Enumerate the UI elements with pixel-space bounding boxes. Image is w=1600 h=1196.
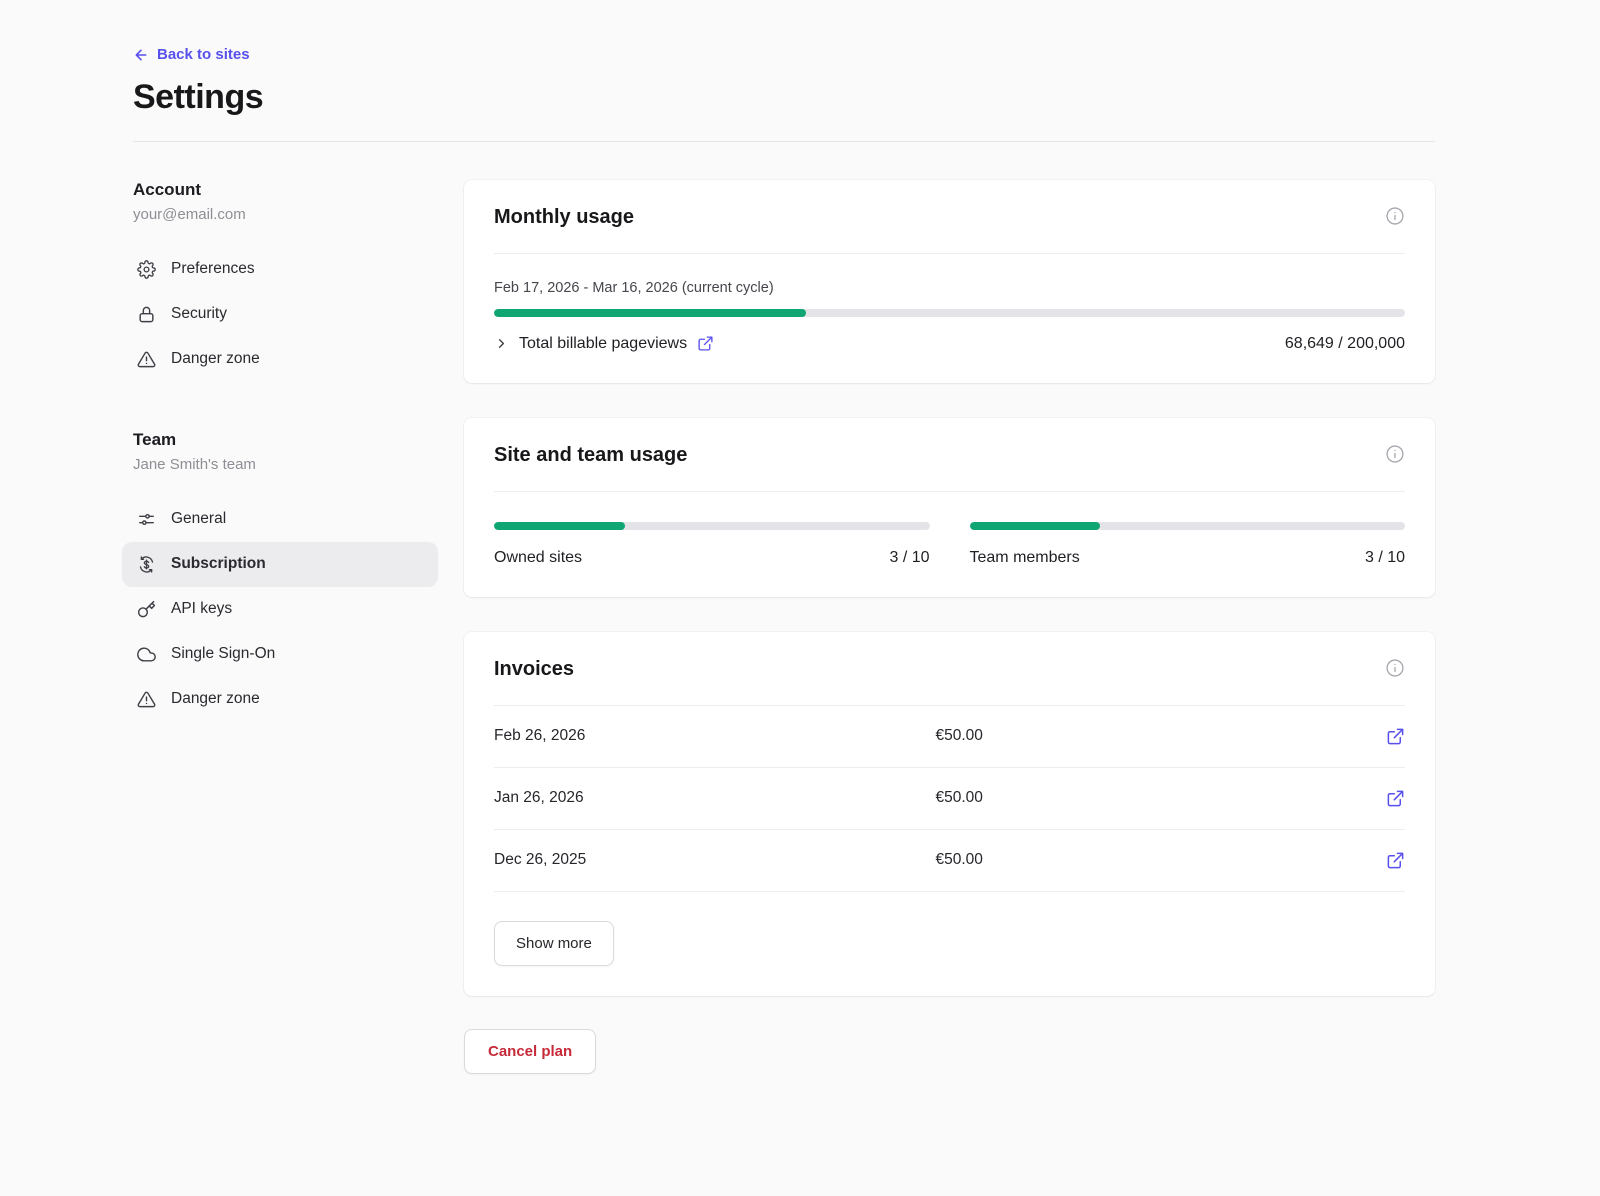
team-name: Jane Smith's team [133, 456, 438, 473]
team-members-progress-fill [970, 522, 1101, 530]
subscription-content: Monthly usage Feb 17, 2026 - Mar 16, 202… [464, 180, 1435, 1074]
owned-sites-value: 3 / 10 [889, 549, 929, 567]
invoice-date: Jan 26, 2026 [494, 789, 936, 807]
sidebar-item-general[interactable]: General [122, 497, 438, 542]
pageviews-progress-fill [494, 309, 806, 317]
external-link-icon [697, 335, 714, 352]
owned-sites-label: Owned sites [494, 549, 582, 567]
billing-cycle-label: Feb 17, 2026 - Mar 16, 2026 (current cyc… [494, 280, 1405, 296]
invoice-external-link[interactable] [1386, 727, 1405, 746]
sidebar-item-subscription[interactable]: Subscription [122, 542, 438, 587]
lock-icon [137, 305, 156, 324]
invoice-amount: €50.00 [936, 727, 1378, 745]
external-link-icon [1386, 727, 1405, 746]
sidebar-item-label: Danger zone [171, 350, 260, 368]
pageviews-external-link[interactable] [697, 335, 714, 352]
team-members-progress-bar [970, 522, 1406, 530]
invoice-amount: €50.00 [936, 851, 1378, 869]
monthly-usage-info-button[interactable] [1385, 206, 1405, 226]
warning-icon [137, 350, 156, 369]
site-team-usage-card: Site and team usage Owned sites 3 / 10 [464, 418, 1435, 597]
monthly-usage-title: Monthly usage [494, 206, 634, 229]
team-members-label: Team members [970, 549, 1080, 567]
back-to-sites-link[interactable]: Back to sites [133, 46, 250, 63]
external-link-icon [1386, 851, 1405, 870]
sidebar-item-label: API keys [171, 600, 232, 618]
pageviews-usage-value: 68,649 / 200,000 [1285, 335, 1405, 353]
invoice-row: Dec 26, 2025 €50.00 [494, 830, 1405, 892]
team-section: Team Jane Smith's team General Subscript… [133, 430, 438, 722]
settings-sidebar: Account your@email.com Preferences Secur… [133, 180, 438, 1074]
invoice-date: Dec 26, 2025 [494, 851, 936, 869]
sliders-icon [137, 510, 156, 529]
card-divider [494, 491, 1405, 492]
sidebar-item-label: Security [171, 305, 227, 323]
billable-pageviews-toggle[interactable]: Total billable pageviews [494, 335, 714, 353]
sidebar-item-label: Subscription [171, 555, 266, 573]
card-divider [494, 253, 1405, 254]
settings-page: Back to sites Settings Account your@emai… [0, 0, 1600, 1074]
header-divider [133, 141, 1435, 142]
invoice-row: Jan 26, 2026 €50.00 [494, 768, 1405, 830]
gear-icon [137, 260, 156, 279]
account-section-title: Account [133, 180, 438, 200]
arrow-left-icon [133, 47, 149, 63]
account-section: Account your@email.com Preferences Secur… [133, 180, 438, 382]
info-icon [1385, 444, 1405, 464]
sidebar-item-team-danger-zone[interactable]: Danger zone [122, 677, 438, 722]
team-section-title: Team [133, 430, 438, 450]
invoices-title: Invoices [494, 658, 574, 681]
sidebar-item-account-danger-zone[interactable]: Danger zone [122, 337, 438, 382]
billable-pageviews-label: Total billable pageviews [519, 335, 687, 353]
owned-sites-progress-fill [494, 522, 625, 530]
invoices-card: Invoices Feb 26, 2026 €50.00 Jan 26, 202… [464, 632, 1435, 996]
invoice-row: Feb 26, 2026 €50.00 [494, 706, 1405, 768]
show-more-button[interactable]: Show more [494, 921, 614, 966]
cloud-icon [137, 645, 156, 664]
pageviews-progress-bar [494, 309, 1405, 317]
team-nav: General Subscription API keys Single Sig… [122, 497, 438, 722]
info-icon [1385, 658, 1405, 678]
key-icon [137, 600, 156, 619]
warning-icon [137, 690, 156, 709]
site-team-usage-info-button[interactable] [1385, 444, 1405, 464]
chevron-right-icon [494, 336, 509, 351]
info-icon [1385, 206, 1405, 226]
sidebar-item-label: Danger zone [171, 690, 260, 708]
invoice-external-link[interactable] [1386, 851, 1405, 870]
external-link-icon [1386, 789, 1405, 808]
sidebar-item-label: Single Sign-On [171, 645, 275, 663]
team-members-meter: Team members 3 / 10 [970, 522, 1406, 567]
sidebar-item-preferences[interactable]: Preferences [122, 247, 438, 292]
monthly-usage-card: Monthly usage Feb 17, 2026 - Mar 16, 202… [464, 180, 1435, 383]
dollar-refresh-icon [137, 555, 156, 574]
site-team-usage-title: Site and team usage [494, 444, 687, 467]
invoice-amount: €50.00 [936, 789, 1378, 807]
account-nav: Preferences Security Danger zone [122, 247, 438, 382]
owned-sites-meter: Owned sites 3 / 10 [494, 522, 930, 567]
back-to-sites-label: Back to sites [157, 46, 250, 63]
invoices-info-button[interactable] [1385, 658, 1405, 678]
page-title: Settings [133, 78, 1435, 117]
team-members-value: 3 / 10 [1365, 549, 1405, 567]
account-email: your@email.com [133, 206, 438, 223]
owned-sites-progress-bar [494, 522, 930, 530]
sidebar-item-api-keys[interactable]: API keys [122, 587, 438, 632]
sidebar-item-label: Preferences [171, 260, 255, 278]
sidebar-item-label: General [171, 510, 226, 528]
sidebar-item-single-sign-on[interactable]: Single Sign-On [122, 632, 438, 677]
invoice-date: Feb 26, 2026 [494, 727, 936, 745]
sidebar-item-security[interactable]: Security [122, 292, 438, 337]
cancel-plan-button[interactable]: Cancel plan [464, 1029, 596, 1074]
invoice-external-link[interactable] [1386, 789, 1405, 808]
